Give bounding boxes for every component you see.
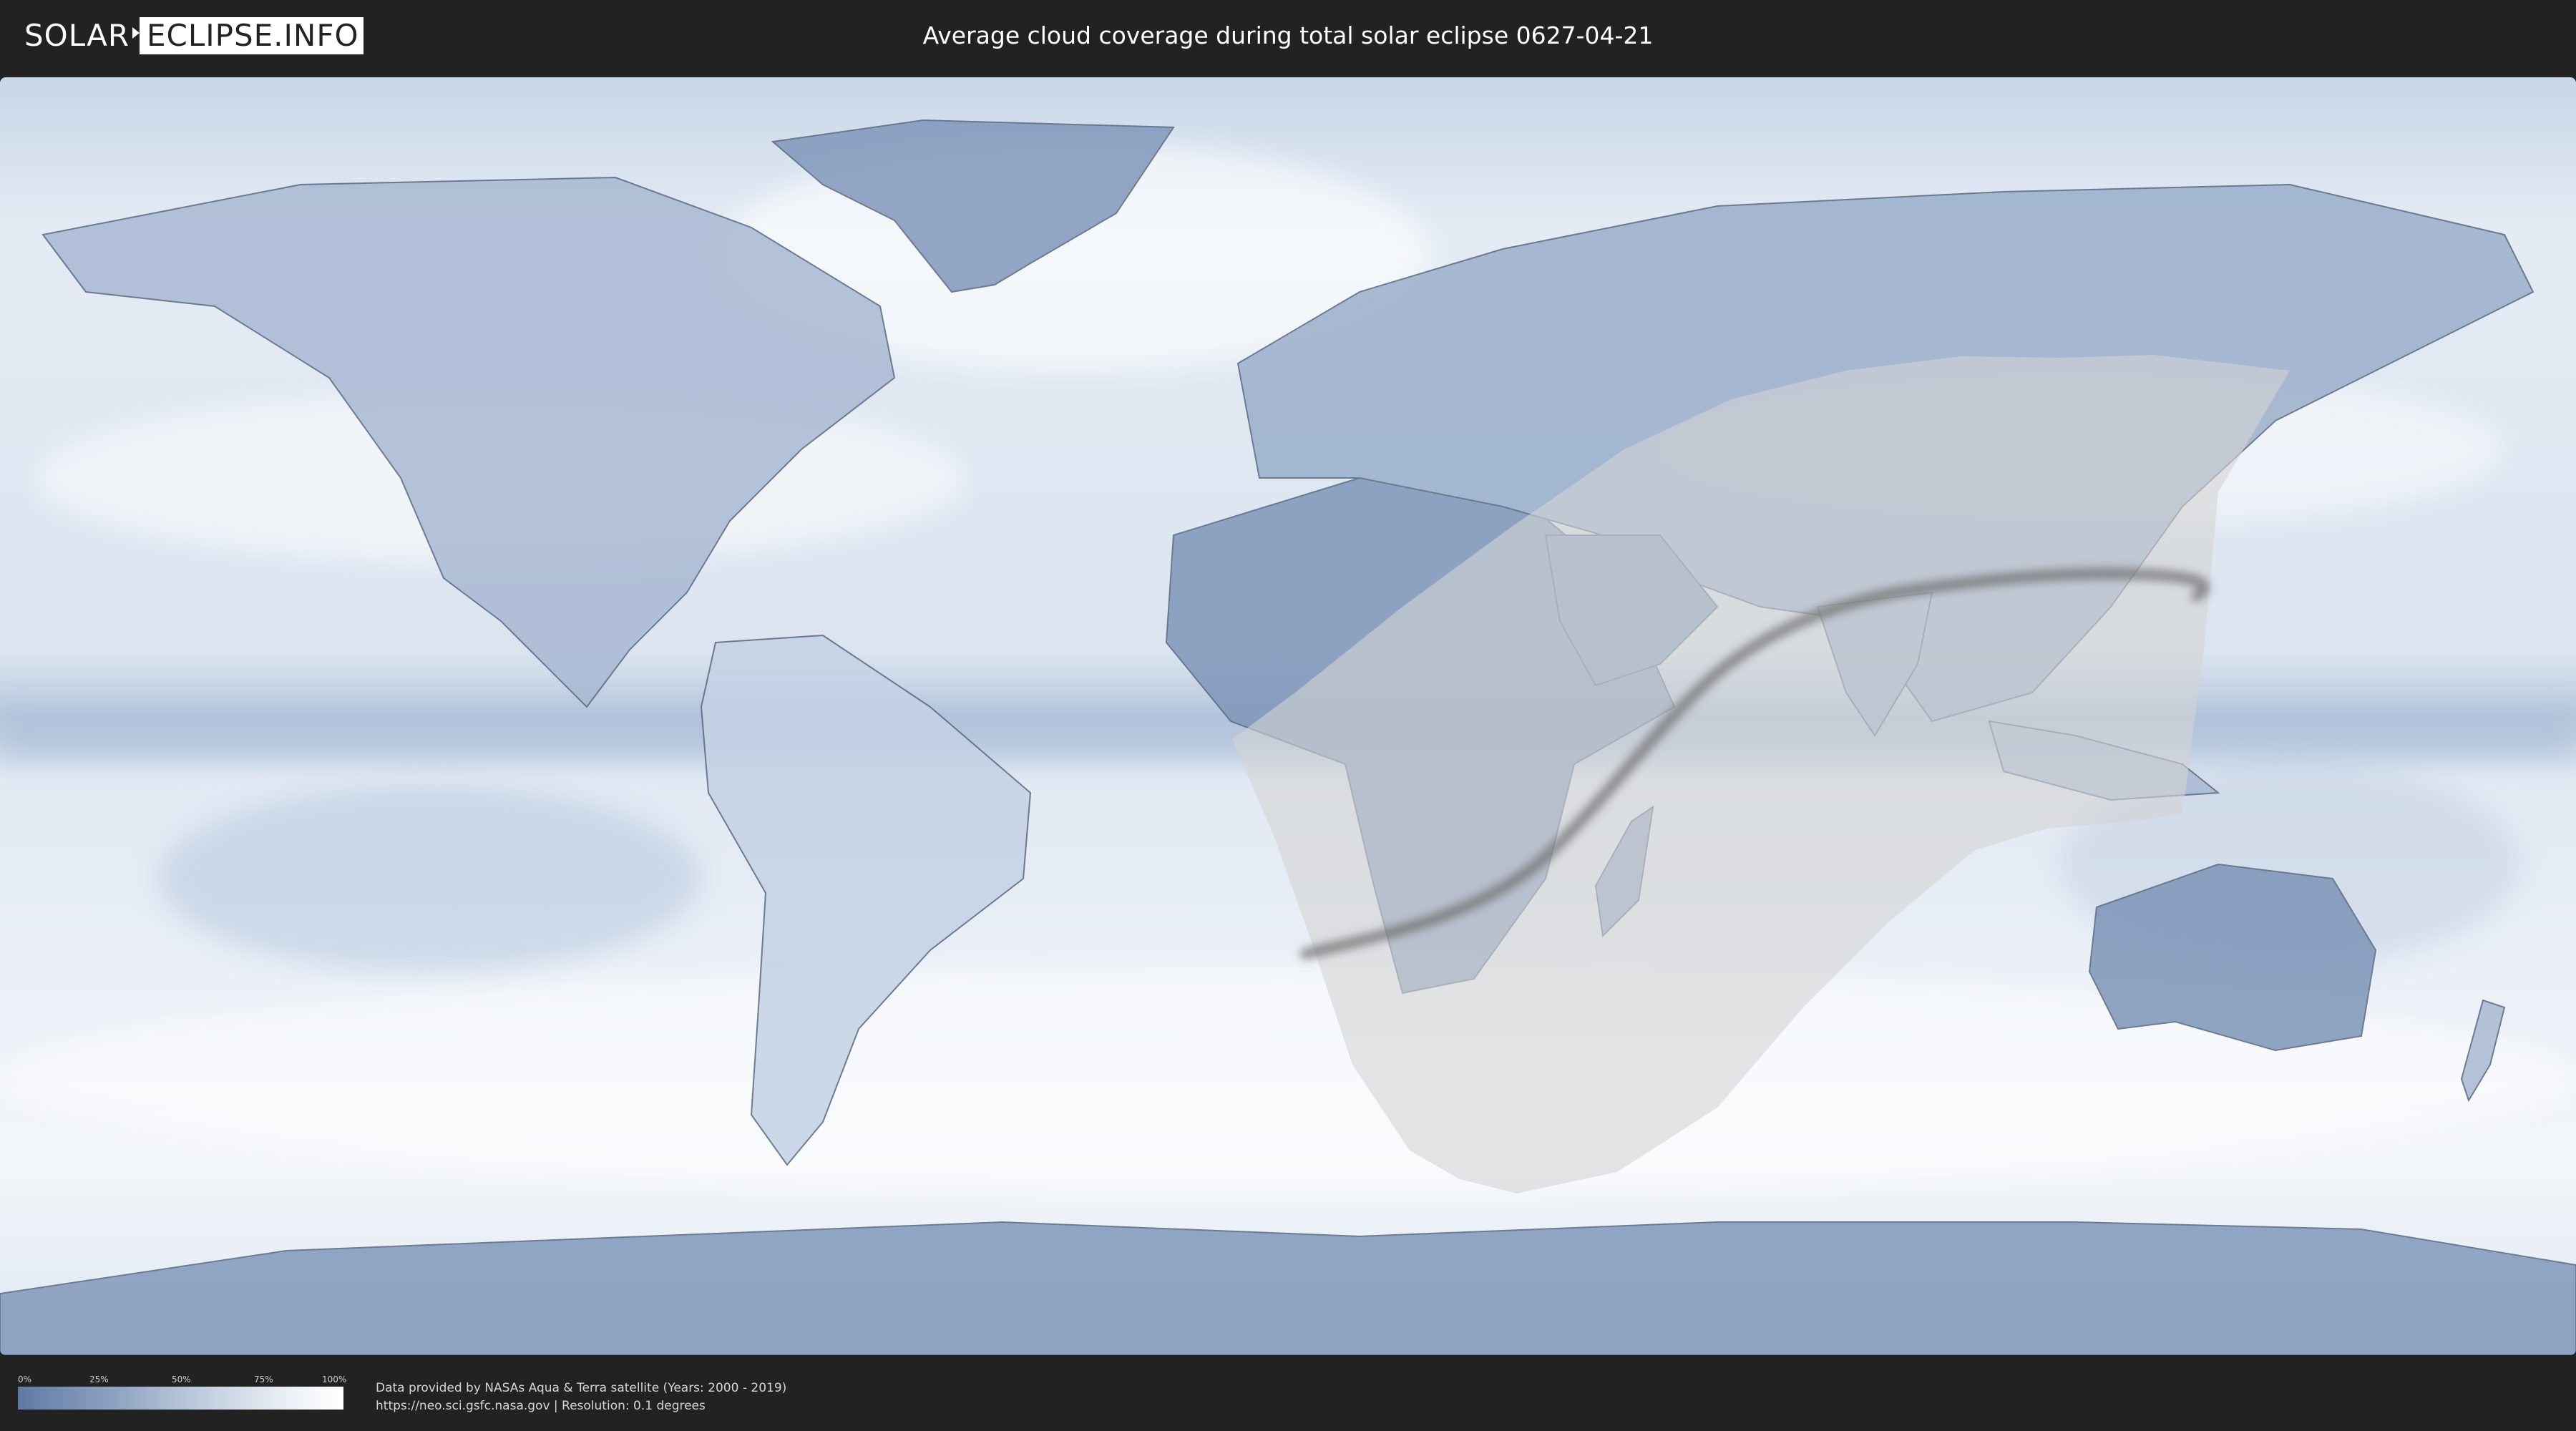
legend-ticks: 0% 25% 50% 75% 100% bbox=[18, 1374, 347, 1387]
page-title: Average cloud coverage during total sola… bbox=[922, 21, 1654, 49]
legend-tick-25: 25% bbox=[89, 1374, 109, 1384]
cloud-coverage-map bbox=[0, 77, 2576, 1355]
header-bar: SOLAR ECLIPSE.INFO Average cloud coverag… bbox=[0, 0, 2576, 72]
data-source-line: Data provided by NASAs Aqua & Terra sate… bbox=[376, 1381, 787, 1395]
footer-bar: 0% 25% 50% 75% 100% Data provided by NAS… bbox=[0, 1358, 2576, 1431]
legend-tick-75: 75% bbox=[254, 1374, 273, 1384]
data-url-line: https://neo.sci.gsfc.nasa.gov | Resoluti… bbox=[376, 1399, 706, 1413]
cloud-coverage-legend: 0% 25% 50% 75% 100% bbox=[18, 1374, 347, 1410]
data-source-info: Data provided by NASAs Aqua & Terra sate… bbox=[376, 1379, 786, 1415]
legend-color-bar bbox=[18, 1387, 343, 1410]
legend-tick-100: 100% bbox=[322, 1374, 347, 1384]
legend-tick-50: 50% bbox=[172, 1374, 191, 1384]
legend-tick-0: 0% bbox=[18, 1374, 32, 1384]
